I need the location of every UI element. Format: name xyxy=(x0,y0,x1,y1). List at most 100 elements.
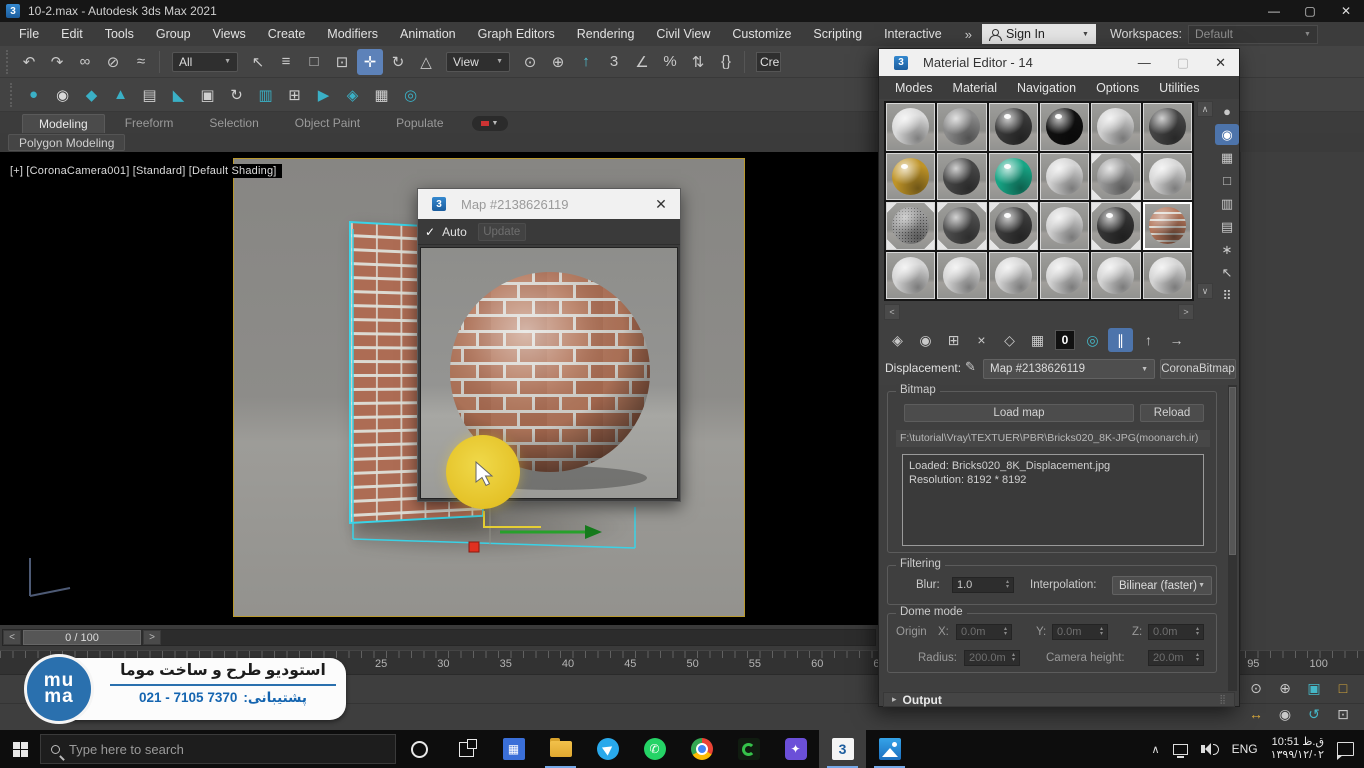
window-minimize-button[interactable]: — xyxy=(1256,0,1292,22)
menu-views[interactable]: Views xyxy=(202,27,257,41)
select-by-material-icon[interactable]: ↖ xyxy=(1215,262,1239,283)
close-icon[interactable]: ✕ xyxy=(650,196,672,213)
output-rollout[interactable]: ▸ Output ⣿ xyxy=(883,692,1235,707)
app-button[interactable]: ✦ xyxy=(772,730,819,768)
auto-label[interactable]: Auto xyxy=(442,225,467,239)
show-in-viewport-icon[interactable]: ◎ xyxy=(1080,328,1105,352)
previous-frame-button[interactable]: < xyxy=(3,630,21,645)
minimize-icon[interactable]: — xyxy=(1138,55,1151,70)
material-swatch[interactable] xyxy=(1143,252,1192,300)
cortana-button[interactable] xyxy=(396,730,443,768)
material-swatch[interactable] xyxy=(1091,202,1140,250)
workspace-dropdown[interactable]: Default ▼ xyxy=(1188,25,1318,44)
ribbon-tab-object-paint[interactable]: Object Paint xyxy=(279,114,376,133)
close-icon[interactable]: ✕ xyxy=(1215,55,1226,71)
toolbar-drag-handle[interactable] xyxy=(10,83,16,107)
video-color-check-icon[interactable]: ▥ xyxy=(1215,193,1239,214)
me-menu-modes[interactable]: Modes xyxy=(885,81,943,95)
origin-y-field[interactable]: 0.0m▴▾ xyxy=(1052,624,1108,640)
go-to-sibling-icon[interactable]: → xyxy=(1164,328,1189,352)
menu-civil-view[interactable]: Civil View xyxy=(645,27,721,41)
make-unique-icon[interactable]: ◇ xyxy=(997,328,1022,352)
named-selection-sets-icon[interactable]: {} xyxy=(713,49,739,75)
select-object-icon[interactable]: ↖ xyxy=(245,49,271,75)
ribbon-tab-freeform[interactable]: Freeform xyxy=(109,114,190,133)
map-slot-dropdown[interactable]: Map #2138626119 ▼ xyxy=(983,359,1155,379)
material-editor-titlebar[interactable]: 3 Material Editor - 14 — ▢ ✕ xyxy=(879,49,1239,76)
material-swatch[interactable] xyxy=(989,103,1038,151)
material-swatch[interactable] xyxy=(1040,252,1089,300)
material-id-icon[interactable]: 0 xyxy=(1055,330,1075,350)
polygon-modeling-panel-button[interactable]: Polygon Modeling xyxy=(8,134,125,151)
named-selection-set-field[interactable]: Cre xyxy=(756,52,781,72)
select-and-link-icon[interactable]: ∞ xyxy=(72,49,98,75)
light-icon[interactable]: ● xyxy=(20,82,47,108)
taskbar-clock[interactable]: 10:51 ق.ظ ۱۳۹۹/۱۲/۰۲ xyxy=(1271,736,1324,762)
panel-icon[interactable]: ▦ xyxy=(368,82,395,108)
blur-field[interactable]: 1.0▴▾ xyxy=(952,577,1014,593)
undo-icon[interactable]: ↶ xyxy=(16,49,42,75)
delete-map-icon[interactable]: × xyxy=(969,328,994,352)
eyedropper-icon[interactable]: ✎ xyxy=(965,359,976,375)
loop-icon[interactable]: ↻ xyxy=(223,82,250,108)
task-view-button[interactable] xyxy=(443,730,490,768)
camera-icon[interactable]: ◆ xyxy=(78,82,105,108)
pan-hand-icon[interactable]: ↔ xyxy=(1244,702,1268,726)
material-swatch[interactable] xyxy=(937,153,986,201)
menu-overflow-chevron[interactable]: » xyxy=(957,27,980,42)
action-center-icon[interactable] xyxy=(1337,742,1354,756)
ribbon-tab-selection[interactable]: Selection xyxy=(193,114,274,133)
material-swatch[interactable] xyxy=(1040,103,1089,151)
swatch-scroll-left-button[interactable]: < xyxy=(884,304,900,320)
origin-x-field[interactable]: 0.0m▴▾ xyxy=(956,624,1012,640)
tree-box-icon[interactable]: ▣ xyxy=(194,82,221,108)
scrollbar-thumb[interactable] xyxy=(1229,387,1236,555)
menu-edit[interactable]: Edit xyxy=(50,27,94,41)
material-swatch[interactable] xyxy=(1091,153,1140,201)
material-swatch[interactable] xyxy=(1040,153,1089,201)
reference-coordinate-dropdown[interactable]: View ▼ xyxy=(446,52,510,72)
video-icon[interactable]: ▶ xyxy=(310,82,337,108)
map-window-titlebar[interactable]: 3 Map #2138626119 ✕ xyxy=(418,189,680,219)
options-icon[interactable]: ∗ xyxy=(1215,239,1239,260)
sun-icon[interactable]: ◉ xyxy=(49,82,76,108)
taskbar-search-input[interactable]: Type here to search xyxy=(40,734,396,764)
update-button[interactable]: Update xyxy=(478,223,526,241)
sample-type-icon[interactable]: ● xyxy=(1215,101,1239,122)
menu-rendering[interactable]: Rendering xyxy=(566,27,646,41)
select-and-manipulate-icon[interactable]: ⊕ xyxy=(545,49,571,75)
me-menu-options[interactable]: Options xyxy=(1086,81,1149,95)
material-swatch[interactable] xyxy=(989,202,1038,250)
material-editor-window[interactable]: 3 Material Editor - 14 — ▢ ✕ ModesMateri… xyxy=(878,48,1240,707)
ribbon-tab-populate[interactable]: Populate xyxy=(380,114,459,133)
list-icon[interactable]: ▤ xyxy=(136,82,163,108)
zoom-extents-icon[interactable]: ▣ xyxy=(1302,676,1326,700)
percent-snap-icon[interactable]: % xyxy=(657,49,683,75)
menu-file[interactable]: File xyxy=(8,27,50,41)
calculator-button[interactable]: ▦ xyxy=(490,730,537,768)
chrome-button[interactable] xyxy=(678,730,725,768)
get-material-icon[interactable]: ◈ xyxy=(885,328,910,352)
material-swatch[interactable] xyxy=(1143,202,1192,250)
keyboard-override-icon[interactable]: ↑ xyxy=(573,49,599,75)
interpolation-dropdown[interactable]: Bilinear (faster) ▼ xyxy=(1112,576,1212,595)
eye-icon[interactable]: ◎ xyxy=(397,82,424,108)
camera-add-icon[interactable]: ◈ xyxy=(339,82,366,108)
assign-to-selection-icon[interactable]: ⊞ xyxy=(941,328,966,352)
material-swatch[interactable] xyxy=(886,252,935,300)
material-swatch[interactable] xyxy=(1091,252,1140,300)
me-menu-material[interactable]: Material xyxy=(943,81,1007,95)
material-swatch[interactable] xyxy=(886,202,935,250)
zoom-icon[interactable]: ⊙ xyxy=(1244,676,1268,700)
menu-group[interactable]: Group xyxy=(145,27,202,41)
ribbon-tab-modeling[interactable]: Modeling xyxy=(22,114,105,133)
me-menu-navigation[interactable]: Navigation xyxy=(1007,81,1086,95)
material-swatch[interactable] xyxy=(937,103,986,151)
sample-uv-tiling-icon[interactable]: □ xyxy=(1215,170,1239,191)
volume-icon[interactable] xyxy=(1201,743,1219,755)
language-indicator[interactable]: ENG xyxy=(1232,742,1258,756)
window-maximize-button[interactable]: ▢ xyxy=(1292,0,1328,22)
material-swatch[interactable] xyxy=(1143,153,1192,201)
quad-menu-icon[interactable]: ⊞ xyxy=(281,82,308,108)
select-and-move-icon[interactable]: ✛ xyxy=(357,49,383,75)
